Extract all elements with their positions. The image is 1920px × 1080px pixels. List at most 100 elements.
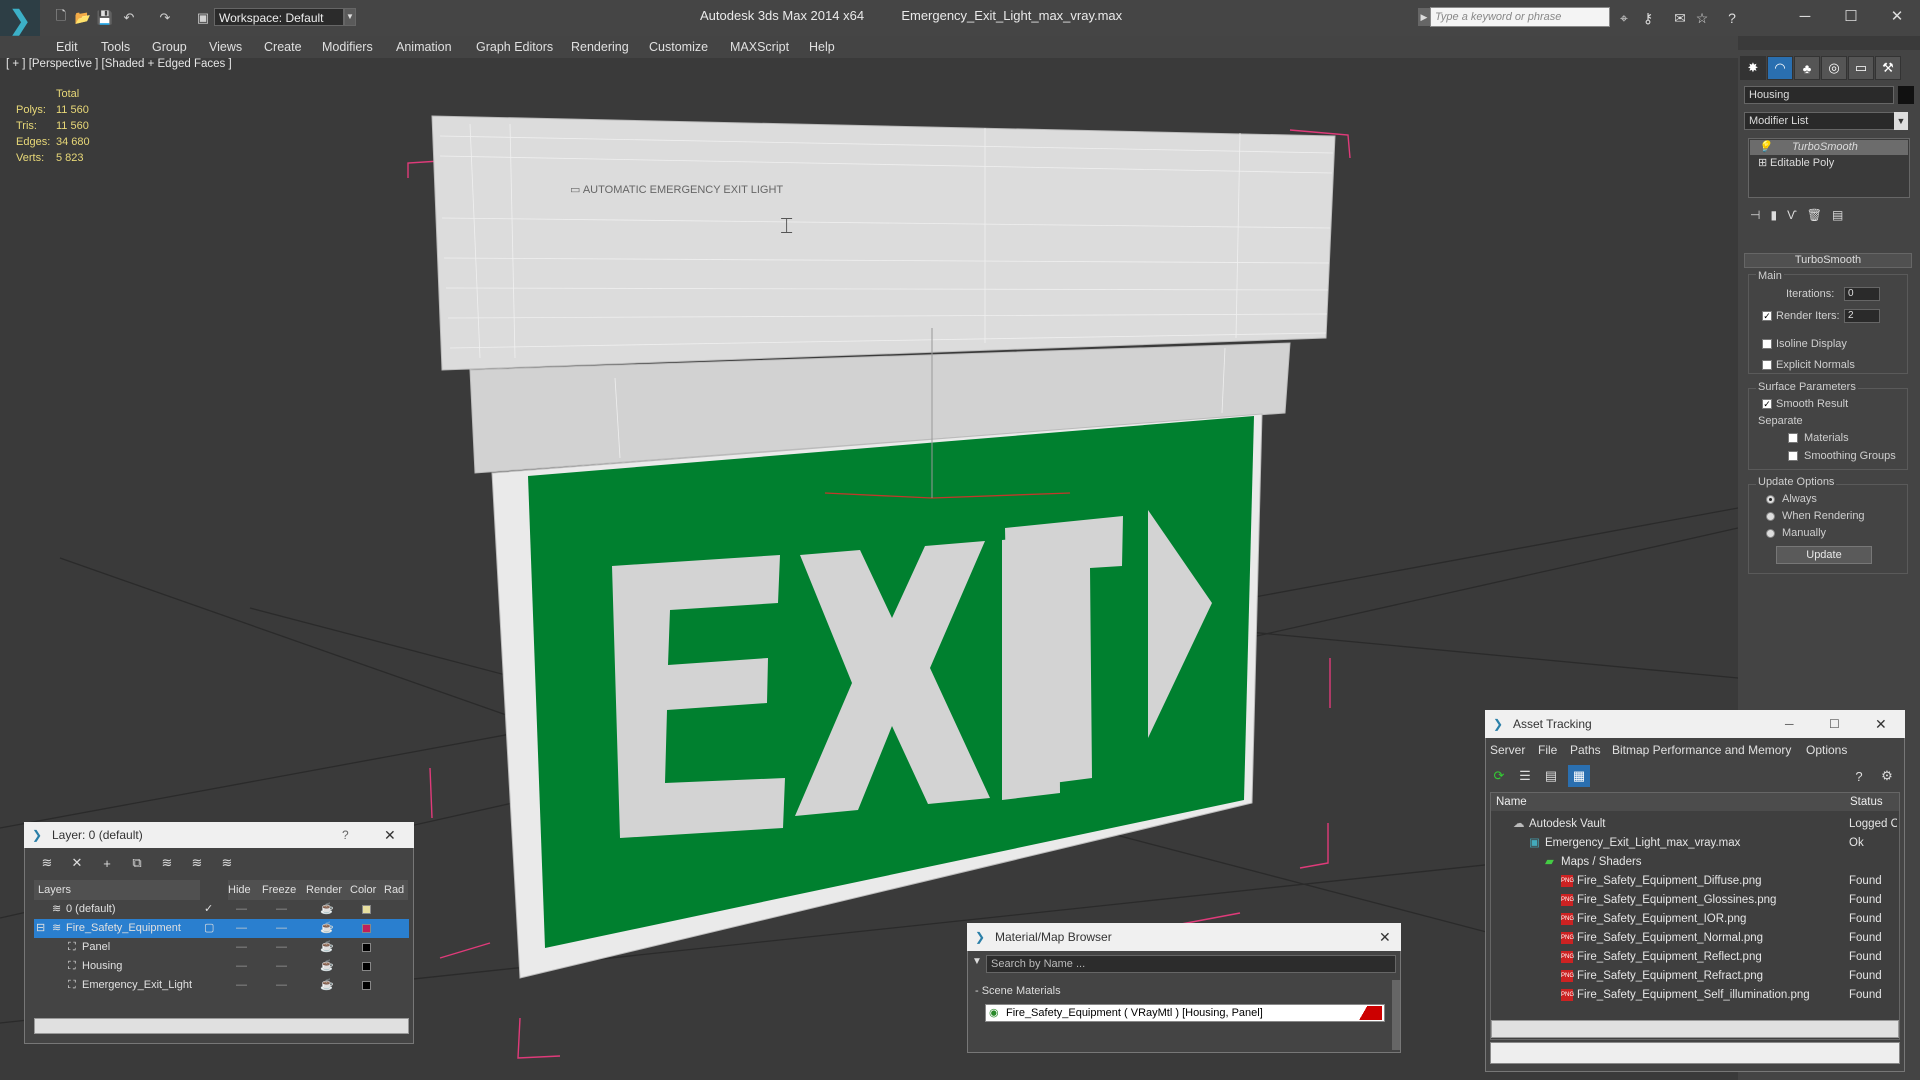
key-icon[interactable]: ⚷ [1638, 8, 1658, 28]
layer-row[interactable]: ⊟ ≋ Fire_Safety_Equipment ▢ ― ― ☕ [34, 919, 409, 938]
asset-horizontal-scrollbar[interactable] [1491, 1020, 1899, 1038]
col-render[interactable]: Render [306, 880, 350, 900]
col-freeze[interactable]: Freeze [262, 880, 306, 900]
maximize-icon[interactable]: ☐ [1828, 2, 1874, 30]
hierarchy-tab-icon[interactable]: ♣ [1794, 56, 1820, 80]
col-radiosity[interactable]: Rad [384, 880, 408, 900]
create-tab-icon[interactable]: ✸ [1740, 56, 1766, 80]
layer-color-swatch[interactable] [362, 924, 371, 933]
update-always-radio[interactable] [1766, 495, 1775, 504]
isoline-display-checkbox[interactable] [1762, 339, 1772, 349]
undo-icon[interactable]: ↶ [120, 9, 138, 27]
stack-item-turbosmooth[interactable]: 💡 TurboSmooth [1750, 140, 1908, 155]
asset-row[interactable]: ▰ Maps / Shaders [1491, 853, 1899, 872]
turbosmooth-rollout-header[interactable]: TurboSmooth [1744, 253, 1912, 268]
material-scrollbar[interactable] [1392, 980, 1400, 1050]
workspace-dropdown-arrow-icon[interactable]: ▼ [344, 8, 356, 26]
material-browser-close-icon[interactable]: ✕ [1379, 923, 1391, 951]
object-name-field[interactable]: Housing [1744, 86, 1894, 104]
open-file-icon[interactable]: 📂 [74, 9, 92, 27]
menu-views[interactable]: Views [209, 36, 242, 58]
asset-menu-paths[interactable]: Paths [1570, 741, 1601, 759]
new-file-icon[interactable]: 🗋 [52, 8, 70, 27]
display-tab-icon[interactable]: ▭ [1848, 56, 1874, 80]
separate-smoothing-groups-checkbox[interactable] [1788, 451, 1798, 461]
render-iters-spinner[interactable]: 2 [1844, 309, 1880, 323]
hide-toggle[interactable]: ― [236, 900, 247, 919]
menu-help[interactable]: Help [809, 36, 835, 58]
asset-menu-options[interactable]: Options [1806, 741, 1847, 759]
asset-row[interactable]: PNG Fire_Safety_Equipment_Diffuse.png Fo… [1491, 872, 1899, 891]
favorites-star-icon[interactable]: ☆ [1692, 8, 1712, 28]
asset-row[interactable]: PNG Fire_Safety_Equipment_Glossines.png … [1491, 891, 1899, 910]
render-teapot-icon[interactable]: ☕ [320, 938, 334, 957]
make-current-icon[interactable]: ▢ [204, 919, 214, 938]
menu-tools[interactable]: Tools [101, 36, 130, 58]
refresh-icon[interactable]: ⟳ [1488, 765, 1510, 787]
render-teapot-icon[interactable]: ☕ [320, 976, 334, 995]
asset-menu-bitmap-performance[interactable]: Bitmap Performance and Memory [1612, 741, 1791, 759]
hide-toggle[interactable]: ― [236, 957, 247, 976]
asset-maximize-icon[interactable]: ☐ [1829, 710, 1840, 738]
asset-help-icon[interactable]: ? [1848, 765, 1870, 787]
col-color[interactable]: Color [350, 880, 384, 900]
asset-row[interactable]: PNG Fire_Safety_Equipment_Self_illuminat… [1491, 986, 1899, 1005]
show-end-result-icon[interactable]: ▮ [1770, 208, 1777, 226]
asset-row[interactable]: PNG Fire_Safety_Equipment_Refract.png Fo… [1491, 967, 1899, 986]
asset-row[interactable]: PNG Fire_Safety_Equipment_Reflect.png Fo… [1491, 948, 1899, 967]
freeze-toggle[interactable]: ― [276, 919, 287, 938]
col-status[interactable]: Status [1845, 793, 1899, 811]
app-logo-icon[interactable]: ❯ [0, 0, 40, 40]
project-folder-icon[interactable]: ▣ [194, 9, 212, 27]
create-layer-icon[interactable]: ≋ [36, 852, 58, 874]
hide-toggle[interactable]: ― [236, 938, 247, 957]
modifier-list-dropdown[interactable]: Modifier List [1744, 112, 1906, 130]
separate-materials-checkbox[interactable] [1788, 433, 1798, 443]
iterations-spinner[interactable]: 0 [1844, 287, 1880, 301]
layer-horizontal-scrollbar[interactable] [34, 1018, 409, 1034]
layer-color-swatch[interactable] [362, 981, 371, 990]
workspace-dropdown[interactable]: Workspace: Default [214, 8, 344, 26]
layer-row[interactable]: ≋ 0 (default) ✓ ― ― ☕ [34, 900, 409, 919]
freeze-toggle[interactable]: ― [276, 938, 287, 957]
render-iters-checkbox[interactable]: ✓ [1762, 311, 1772, 321]
menu-group[interactable]: Group [152, 36, 187, 58]
layer-window-help-icon[interactable]: ? [342, 822, 349, 848]
freeze-toggle[interactable]: ― [276, 976, 287, 995]
hide-toggle[interactable]: ― [236, 976, 247, 995]
smooth-result-checkbox[interactable]: ✓ [1762, 399, 1772, 409]
explicit-normals-checkbox[interactable] [1762, 360, 1772, 370]
layer-color-swatch[interactable] [362, 962, 371, 971]
asset-row[interactable]: ☁ Autodesk Vault Logged O [1491, 815, 1899, 834]
current-layer-check-icon[interactable]: ✓ [204, 900, 213, 919]
pin-stack-icon[interactable]: ⊣ [1750, 208, 1760, 226]
select-objects-icon[interactable]: ⧉ [126, 852, 148, 874]
update-manually-radio[interactable] [1766, 529, 1775, 538]
configure-modifier-sets-icon[interactable]: ▤ [1832, 208, 1843, 226]
layer-color-swatch[interactable] [362, 905, 371, 914]
asset-menu-server[interactable]: Server [1490, 741, 1525, 759]
help-search-input[interactable]: Type a keyword or phrase [1430, 7, 1610, 27]
add-to-layer-icon[interactable]: + [96, 852, 118, 874]
layer-row[interactable]: ⛶ Emergency_Exit_Light ― ― ☕ [34, 976, 409, 995]
render-teapot-icon[interactable]: ☕ [320, 900, 334, 919]
asset-path-field[interactable] [1490, 1042, 1900, 1064]
asset-tracking-title[interactable]: ❯ Asset Tracking ─ ☐ ✕ [1485, 710, 1905, 738]
scene-materials-section[interactable]: - Scene Materials [975, 983, 1395, 999]
menu-graph-editors[interactable]: Graph Editors [476, 36, 553, 58]
asset-settings-icon[interactable]: ⚙ [1876, 765, 1898, 787]
object-color-swatch[interactable] [1898, 86, 1914, 104]
menu-customize[interactable]: Customize [649, 36, 708, 58]
menu-modifiers[interactable]: Modifiers [322, 36, 373, 58]
material-search-input[interactable]: Search by Name ... [986, 955, 1396, 973]
asset-row[interactable]: PNG Fire_Safety_Equipment_IOR.png Found [1491, 910, 1899, 929]
subscription-icon[interactable]: ✉ [1670, 8, 1690, 28]
minimize-icon[interactable]: ─ [1782, 2, 1828, 30]
hide-toggle[interactable]: ― [236, 919, 247, 938]
motion-tab-icon[interactable]: ◎ [1821, 56, 1847, 80]
list-view-icon[interactable]: ☰ [1514, 765, 1536, 787]
col-hide[interactable]: Hide [228, 880, 262, 900]
redo-icon[interactable]: ↷ [156, 9, 174, 27]
layer-window-close-icon[interactable]: ✕ [384, 822, 396, 848]
menu-rendering[interactable]: Rendering [571, 36, 629, 58]
